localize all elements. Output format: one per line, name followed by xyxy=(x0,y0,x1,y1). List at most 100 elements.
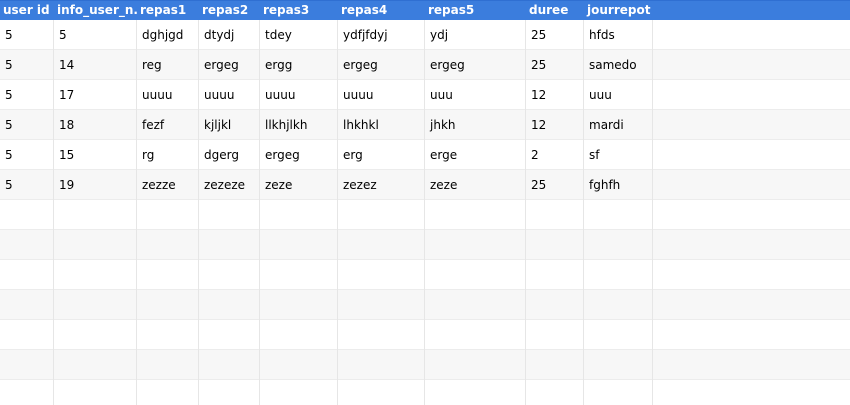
table-cell[interactable]: 5 xyxy=(0,140,54,170)
table-cell[interactable] xyxy=(584,380,653,405)
table-cell[interactable] xyxy=(199,230,260,260)
table-cell[interactable] xyxy=(425,200,526,230)
table-cell[interactable] xyxy=(137,230,199,260)
table-cell[interactable]: 18 xyxy=(54,110,137,140)
table-cell[interactable] xyxy=(526,260,584,290)
table-cell[interactable] xyxy=(584,290,653,320)
table-cell[interactable]: dghjgd xyxy=(137,20,199,50)
table-cell[interactable]: 2 xyxy=(526,140,584,170)
table-cell[interactable] xyxy=(0,350,54,380)
table-cell[interactable]: 12 xyxy=(526,80,584,110)
table-cell[interactable] xyxy=(54,350,137,380)
table-cell[interactable] xyxy=(338,230,425,260)
table-cell[interactable]: 5 xyxy=(0,80,54,110)
table-cell[interactable] xyxy=(526,290,584,320)
table-cell[interactable] xyxy=(338,290,425,320)
table-cell[interactable] xyxy=(338,200,425,230)
table-cell[interactable]: 14 xyxy=(54,50,137,80)
table-cell[interactable]: dtydj xyxy=(199,20,260,50)
table-cell[interactable]: 12 xyxy=(526,110,584,140)
table-cell[interactable] xyxy=(526,230,584,260)
table-cell[interactable]: samedo xyxy=(584,50,653,80)
column-header-info-user[interactable]: info_user_n... xyxy=(54,1,137,21)
table-cell[interactable] xyxy=(526,200,584,230)
table-cell[interactable]: uuuu xyxy=(137,80,199,110)
table-cell[interactable]: 5 xyxy=(0,50,54,80)
table-cell[interactable] xyxy=(137,260,199,290)
table-cell[interactable] xyxy=(526,380,584,405)
table-cell[interactable] xyxy=(526,350,584,380)
table-cell[interactable] xyxy=(260,260,338,290)
table-cell[interactable]: tdey xyxy=(260,20,338,50)
table-cell[interactable] xyxy=(0,200,54,230)
table-cell[interactable] xyxy=(584,350,653,380)
table-cell[interactable] xyxy=(584,200,653,230)
table-cell[interactable]: uuuu xyxy=(199,80,260,110)
table-cell[interactable] xyxy=(137,350,199,380)
table-cell[interactable]: sf xyxy=(584,140,653,170)
table-cell[interactable]: hfds xyxy=(584,20,653,50)
table-cell[interactable] xyxy=(0,260,54,290)
table-cell[interactable] xyxy=(338,380,425,405)
table-cell[interactable] xyxy=(584,260,653,290)
table-cell[interactable] xyxy=(526,320,584,350)
table-cell[interactable]: 5 xyxy=(0,20,54,50)
table-cell[interactable]: llkhjlkh xyxy=(260,110,338,140)
table-cell[interactable]: ergeg xyxy=(338,50,425,80)
table-cell[interactable]: ydfjfdyj xyxy=(338,20,425,50)
table-row[interactable] xyxy=(0,200,850,230)
table-row[interactable]: 5 14 reg ergeg ergg ergeg ergeg 25 samedo xyxy=(0,50,850,80)
table-cell[interactable]: ergeg xyxy=(260,140,338,170)
table-cell[interactable] xyxy=(338,350,425,380)
column-header-repas4[interactable]: repas4 xyxy=(338,1,425,21)
table-cell[interactable] xyxy=(425,230,526,260)
table-cell[interactable] xyxy=(0,290,54,320)
table-cell[interactable]: ergeg xyxy=(199,50,260,80)
table-cell[interactable] xyxy=(54,230,137,260)
table-row[interactable]: 5 5 dghjgd dtydj tdey ydfjfdyj ydj 25 hfds xyxy=(0,20,850,50)
table-cell[interactable] xyxy=(584,230,653,260)
data-grid[interactable]: user id info_user_n... repas1 repas2 rep… xyxy=(0,0,850,405)
table-cell[interactable]: jhkh xyxy=(425,110,526,140)
table-cell[interactable]: zeze xyxy=(425,170,526,200)
table-cell[interactable] xyxy=(54,260,137,290)
table-cell[interactable] xyxy=(199,380,260,405)
table-row[interactable] xyxy=(0,230,850,260)
table-cell[interactable]: zezez xyxy=(338,170,425,200)
table-cell[interactable] xyxy=(199,350,260,380)
table-cell[interactable]: 5 xyxy=(0,110,54,140)
table-cell[interactable] xyxy=(260,200,338,230)
table-cell[interactable] xyxy=(338,260,425,290)
table-cell[interactable] xyxy=(137,290,199,320)
column-header-repas5[interactable]: repas5 xyxy=(425,1,526,21)
table-cell[interactable] xyxy=(425,380,526,405)
table-cell[interactable]: 19 xyxy=(54,170,137,200)
table-cell[interactable]: 17 xyxy=(54,80,137,110)
table-cell[interactable] xyxy=(199,290,260,320)
table-cell[interactable]: uuu xyxy=(425,80,526,110)
table-cell[interactable] xyxy=(260,320,338,350)
table-cell[interactable]: lhkhkl xyxy=(338,110,425,140)
table-cell[interactable]: fezf xyxy=(137,110,199,140)
table-cell[interactable] xyxy=(425,290,526,320)
table-row[interactable]: 5 17 uuuu uuuu uuuu uuuu uuu 12 uuu xyxy=(0,80,850,110)
table-cell[interactable] xyxy=(338,320,425,350)
table-row[interactable] xyxy=(0,380,850,405)
table-cell[interactable] xyxy=(54,290,137,320)
table-cell[interactable] xyxy=(199,320,260,350)
column-header-repas3[interactable]: repas3 xyxy=(260,1,338,21)
table-row[interactable] xyxy=(0,320,850,350)
table-cell[interactable] xyxy=(260,290,338,320)
column-header-repas2[interactable]: repas2 xyxy=(199,1,260,21)
table-cell[interactable]: uuu xyxy=(584,80,653,110)
table-cell[interactable]: fghfh xyxy=(584,170,653,200)
table-cell[interactable] xyxy=(260,350,338,380)
table-cell[interactable]: erg xyxy=(338,140,425,170)
table-cell[interactable] xyxy=(137,380,199,405)
table-cell[interactable] xyxy=(0,320,54,350)
table-cell[interactable] xyxy=(584,320,653,350)
table-cell[interactable]: uuuu xyxy=(260,80,338,110)
table-cell[interactable]: ydj xyxy=(425,20,526,50)
table-cell[interactable] xyxy=(137,320,199,350)
table-cell[interactable]: 25 xyxy=(526,20,584,50)
